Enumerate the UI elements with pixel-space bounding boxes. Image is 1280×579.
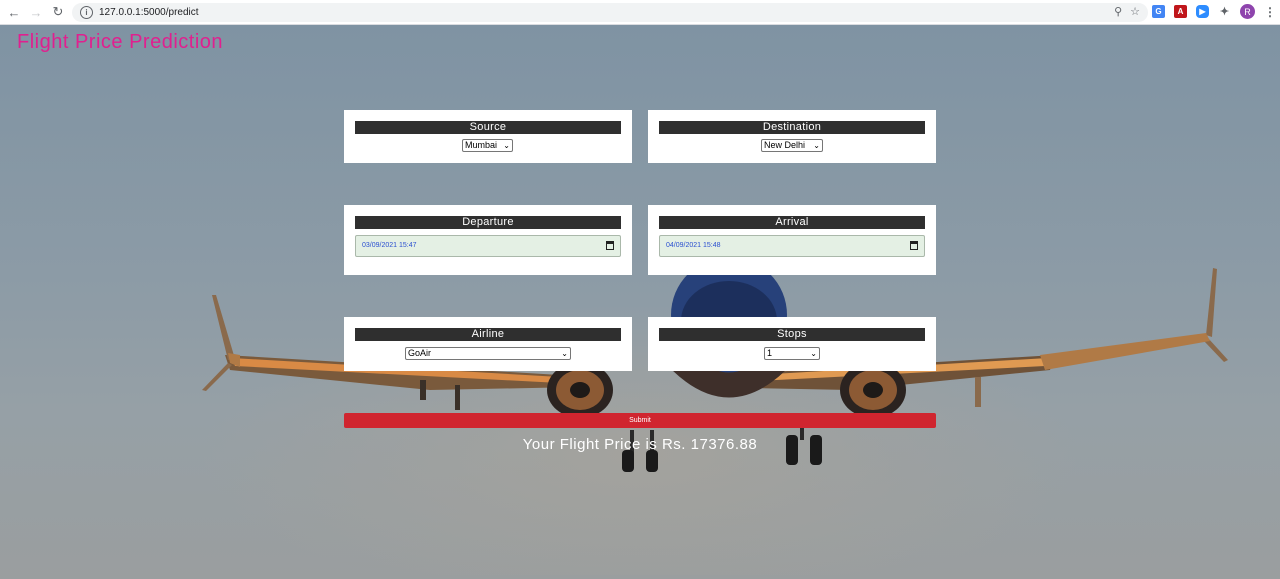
puzzle-icon[interactable]: ✦ [1218, 5, 1231, 18]
source-select[interactable]: Mumbai ⌄ [462, 139, 513, 152]
chevron-down-icon: ⌄ [813, 141, 820, 150]
airline-select-value: GoAir [408, 348, 432, 358]
source-select-value: Mumbai [465, 140, 498, 150]
zoom-extension-icon[interactable]: ▶ [1196, 5, 1209, 18]
destination-select[interactable]: New Delhi ⌄ [761, 139, 823, 152]
arrival-card: Arrival 04/09/2021 15:48 [648, 205, 936, 275]
address-bar[interactable]: i 127.0.0.1:5000/predict ⚲ ☆ [72, 3, 1148, 22]
arrival-label: Arrival [659, 216, 925, 229]
departure-datetime-input[interactable]: 03/09/2021 15:47 [355, 235, 621, 257]
pdf-extension-icon[interactable]: A [1174, 5, 1187, 18]
browser-toolbar: ← → ↻ i 127.0.0.1:5000/predict ⚲ ☆ G A ▶… [0, 0, 1280, 25]
airline-select[interactable]: GoAir ⌄ [405, 347, 571, 360]
source-card: Source Mumbai ⌄ [344, 110, 632, 163]
departure-value: 03/09/2021 15:47 [362, 242, 417, 249]
destination-label: Destination [659, 121, 925, 134]
back-icon[interactable]: ← [3, 1, 25, 23]
translate-extension-icon[interactable]: G [1152, 5, 1165, 18]
menu-icon[interactable]: ⋮ [1264, 5, 1276, 19]
reload-icon[interactable]: ↻ [47, 1, 69, 23]
chevron-down-icon: ⌄ [503, 141, 510, 150]
calendar-icon[interactable] [606, 241, 614, 250]
calendar-icon[interactable] [910, 241, 918, 250]
stops-label: Stops [659, 328, 925, 341]
source-label: Source [355, 121, 621, 134]
page-title: Flight Price Prediction [17, 31, 224, 53]
star-icon[interactable]: ☆ [1130, 5, 1140, 18]
info-icon[interactable]: i [80, 6, 93, 19]
chevron-down-icon: ⌄ [561, 349, 568, 358]
stops-card: Stops 1 ⌄ [648, 317, 936, 371]
destination-card: Destination New Delhi ⌄ [648, 110, 936, 163]
stops-select[interactable]: 1 ⌄ [764, 347, 820, 360]
destination-select-value: New Delhi [764, 140, 806, 150]
submit-button[interactable]: Submit [344, 413, 936, 428]
arrival-datetime-input[interactable]: 04/09/2021 15:48 [659, 235, 925, 257]
url-text: 127.0.0.1:5000/predict [99, 7, 199, 18]
airline-card: Airline GoAir ⌄ [344, 317, 632, 371]
departure-label: Departure [355, 216, 621, 229]
avatar[interactable]: R [1240, 4, 1255, 19]
forward-icon[interactable]: → [25, 1, 47, 23]
stops-select-value: 1 [767, 348, 773, 358]
departure-card: Departure 03/09/2021 15:47 [344, 205, 632, 275]
airplane-background-image [200, 257, 1228, 575]
page-body: Flight Price Prediction Source Mumbai ⌄ … [0, 25, 1280, 579]
airline-label: Airline [355, 328, 621, 341]
prediction-result: Your Flight Price is Rs. 17376.88 [522, 436, 758, 453]
chevron-down-icon: ⌄ [810, 349, 817, 358]
zoom-icon[interactable]: ⚲ [1114, 5, 1122, 18]
arrival-value: 04/09/2021 15:48 [666, 242, 721, 249]
